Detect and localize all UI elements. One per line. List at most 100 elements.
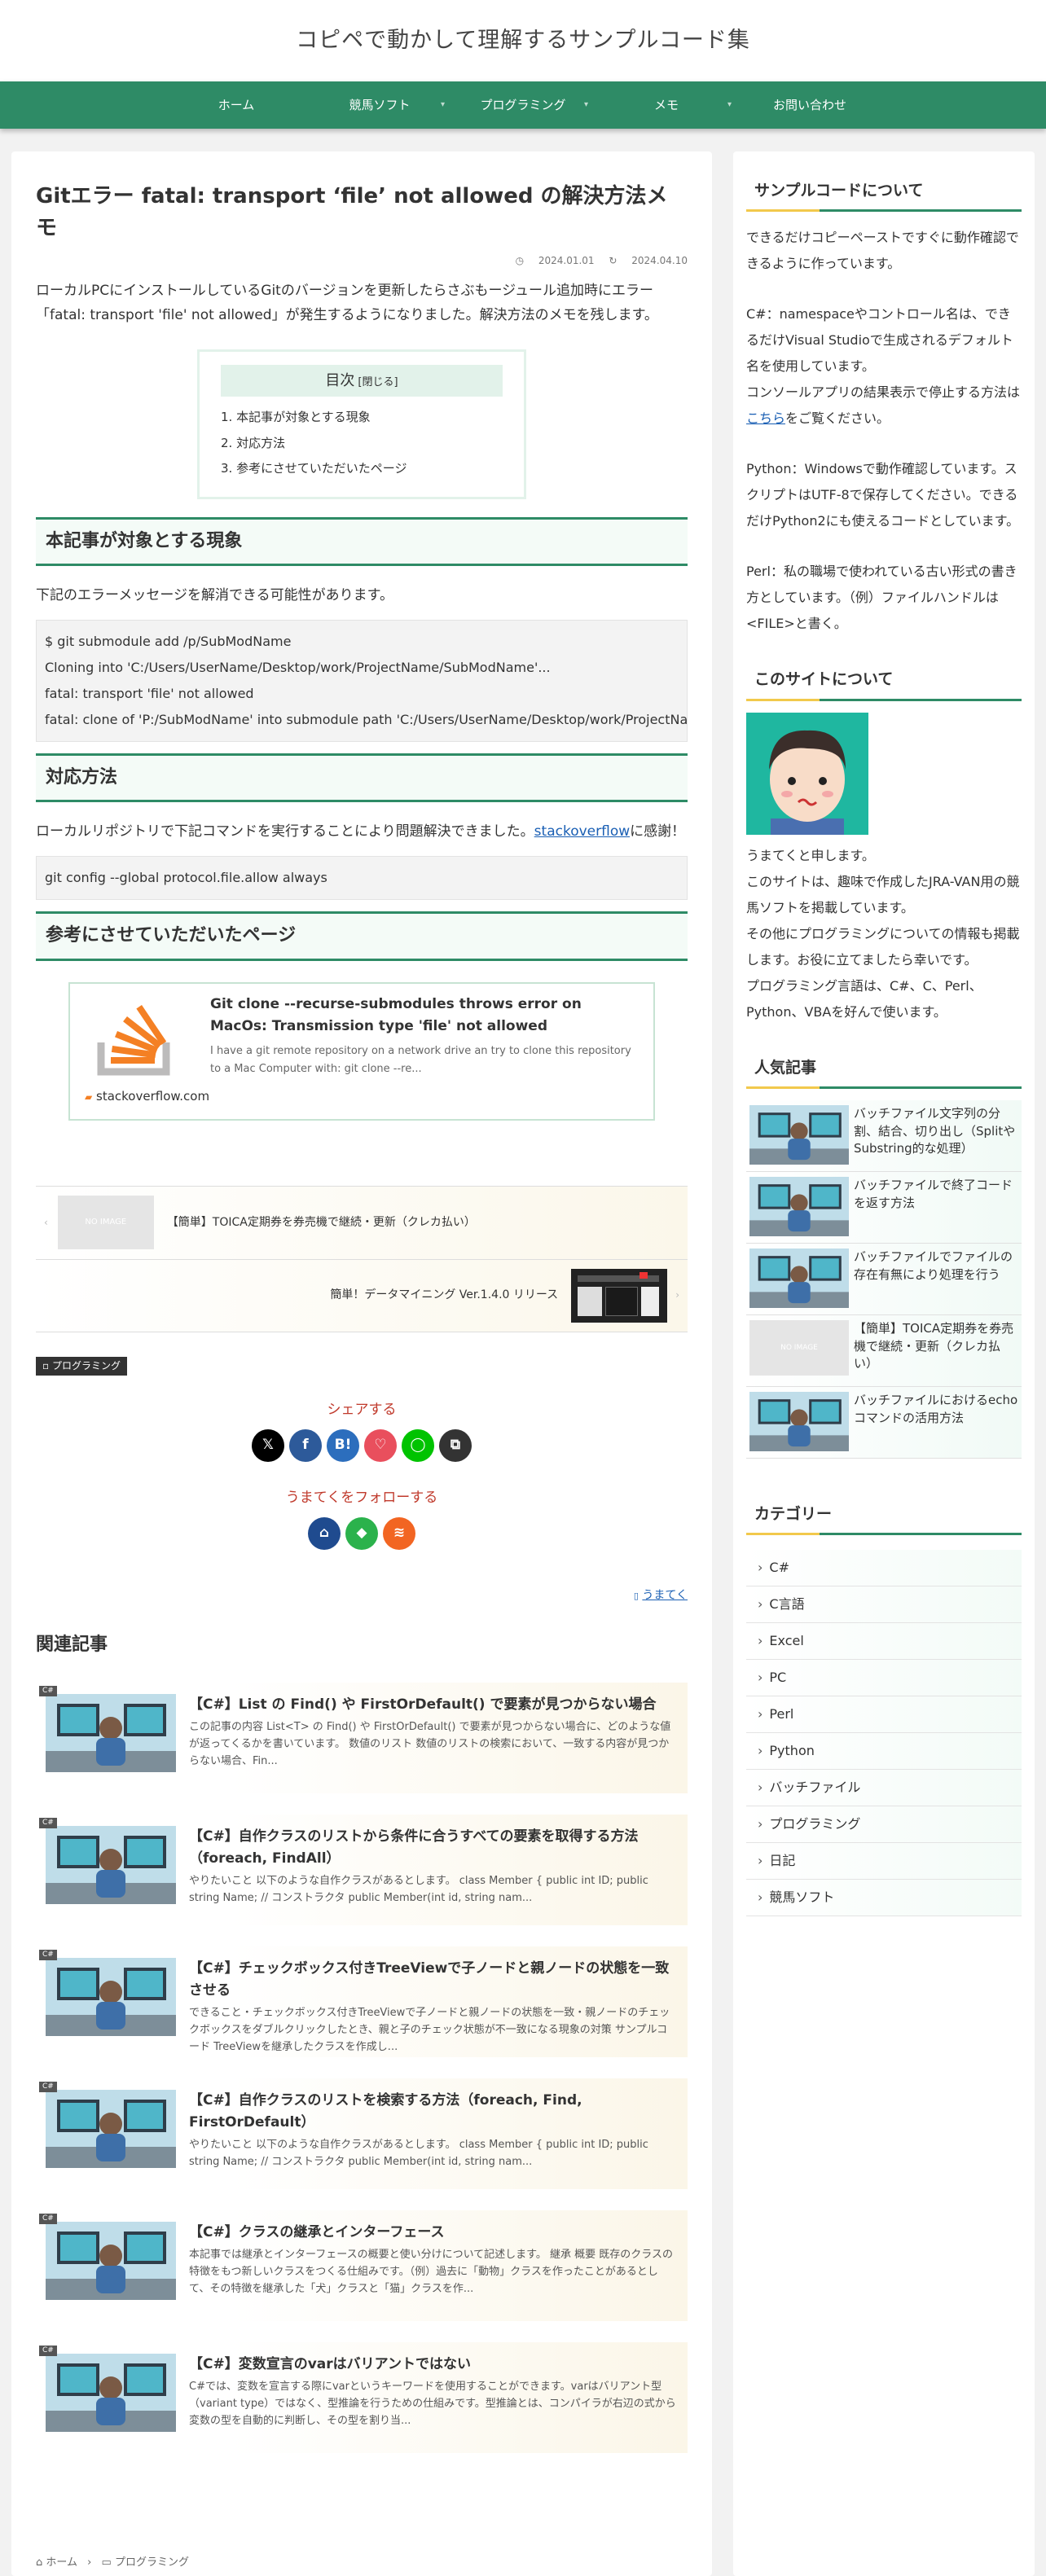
- related-article[interactable]: C# 【C#】変数宣言のvarはバリアントではない C#では、変数を宣言する際にva…: [36, 2341, 688, 2453]
- console-help-link[interactable]: こちら: [746, 410, 785, 426]
- line-button[interactable]: ◯: [402, 1429, 434, 1462]
- popular-thumb: [749, 1391, 849, 1451]
- sidebar: サンプルコードについて できるだけコピーペーストですぐに動作確認できるように作っ…: [733, 151, 1035, 2576]
- related-heading: 関連記事: [36, 1635, 108, 1656]
- home-button[interactable]: ⌂: [308, 1516, 341, 1550]
- site-header: コピペで動かして理解するサンプルコード集: [0, 0, 1046, 81]
- rss-button[interactable]: ≋: [383, 1516, 415, 1550]
- about-site-text: うまてくと申します。 このサイトは、趣味で作成したJRA-VAN用の競馬ソフトを…: [746, 847, 1020, 1020]
- category-item[interactable]: › C#: [746, 1550, 1022, 1586]
- published-date: ◷ 2024.01.01: [515, 255, 595, 266]
- category-label[interactable]: ▫ プログラミング: [36, 1356, 127, 1376]
- about-code-p2: C#：namespaceやコントロール名は、できるだけVisual Studio…: [746, 306, 1021, 427]
- next-article-link[interactable]: 簡単！データマイニング Ver.1.4.0 リリース ›: [36, 1258, 688, 1332]
- related-article[interactable]: C# 【C#】チェックボックス付きTreeViewで子ノードと親ノードの状態を一致…: [36, 1946, 688, 2057]
- related-title: 【C#】クラスの継承とインターフェース: [189, 2223, 445, 2240]
- chevron-down-icon: ▾: [440, 100, 445, 110]
- global-nav: ホーム 競馬ソフト ▾ プログラミング ▾ メモ ▾ お問い合わせ: [0, 81, 1046, 129]
- author-link[interactable]: ▯ うまてく: [36, 1586, 688, 1606]
- popular-title: バッチファイルで終了コードを返す方法: [854, 1177, 1013, 1210]
- breadcrumb-category[interactable]: プログラミング: [115, 2556, 189, 2569]
- toc-item[interactable]: 2. 対応方法: [221, 431, 503, 457]
- next-article-thumb: [571, 1268, 668, 1323]
- category-item[interactable]: › Excel: [746, 1623, 1022, 1660]
- related-thumb: [46, 2353, 176, 2432]
- chevron-right-icon: ›: [758, 1706, 763, 1722]
- toc-title: 目次 [閉じる]: [221, 364, 503, 397]
- about-code-p1: できるだけコピーペーストですぐに動作確認できるように作っています。: [746, 230, 1019, 272]
- toc-toggle[interactable]: [閉じる]: [358, 376, 398, 388]
- related-title: 【C#】自作クラスのリストを検索する方法（foreach, Find, Firs…: [189, 2091, 582, 2131]
- popular-item[interactable]: バッチファイルにおけるechoコマンドの活用方法: [746, 1386, 1022, 1459]
- feedly-button[interactable]: ◆: [345, 1516, 378, 1550]
- chevron-right-icon: ›: [758, 1633, 763, 1648]
- section-text: 下記のエラーメッセージを解消できる可能性があります。: [36, 587, 393, 603]
- related-description: C#では、変数を宣言する際にvarというキーワードを使用することができます。va…: [189, 2380, 676, 2427]
- popular-thumb: [749, 1248, 849, 1308]
- category-label: Excel: [769, 1633, 804, 1648]
- x-button[interactable]: 𝕏: [252, 1429, 284, 1462]
- category-item[interactable]: › PC: [746, 1660, 1022, 1696]
- category-label: プログラミング: [769, 1816, 861, 1832]
- category-item[interactable]: › バッチファイル: [746, 1770, 1022, 1806]
- code-block[interactable]: git config --global protocol.file.allow …: [36, 856, 688, 900]
- related-thumb: [46, 1825, 176, 1904]
- nav-item-home[interactable]: ホーム: [165, 81, 308, 129]
- chevron-right-icon: ›: [758, 1816, 763, 1832]
- next-article-title: 簡単！データマイニング Ver.1.4.0 リリース: [330, 1288, 559, 1302]
- category-badge: C#: [39, 2081, 57, 2093]
- category-item[interactable]: › 日記: [746, 1843, 1022, 1880]
- stackoverflow-link[interactable]: stackoverflow: [534, 823, 630, 840]
- stackoverflow-logo: [83, 994, 189, 1083]
- section-heading: 本記事が対象とする現象: [36, 516, 688, 566]
- blog-card[interactable]: Git clone --recurse-submodules throws er…: [68, 981, 655, 1121]
- category-item[interactable]: › Python: [746, 1733, 1022, 1770]
- nav-item-memo[interactable]: メモ ▾: [595, 81, 738, 129]
- popular-item[interactable]: バッチファイル文字列の分割、結合、切り出し（SplitやSubstring的な処…: [746, 1099, 1022, 1172]
- facebook-icon: f: [302, 1437, 309, 1454]
- facebook-button[interactable]: f: [289, 1429, 322, 1462]
- toc-item[interactable]: 1. 本記事が対象とする現象: [221, 405, 503, 431]
- category-label: 日記: [769, 1853, 796, 1868]
- chevron-right-icon: ›: [758, 1853, 763, 1868]
- toc-item[interactable]: 3. 参考にさせていただいたページ: [221, 456, 503, 482]
- blog-card-body: Git clone --recurse-submodules throws er…: [210, 994, 640, 1111]
- related-description: この記事の内容 List<T> の Find() や FirstOrDefaul…: [189, 1720, 671, 1767]
- home-icon: ⌂: [36, 2556, 43, 2569]
- category-badge: C#: [39, 1817, 57, 1829]
- nav-item-contact[interactable]: お問い合わせ: [738, 81, 881, 129]
- related-title: 【C#】変数宣言のvarはバリアントではない: [189, 2355, 471, 2372]
- nav-item-keiba-soft[interactable]: 競馬ソフト ▾: [308, 81, 451, 129]
- popular-item[interactable]: バッチファイルで終了コードを返す方法: [746, 1171, 1022, 1244]
- popular-item[interactable]: バッチファイルでファイルの存在有無により処理を行う: [746, 1243, 1022, 1315]
- copy-button[interactable]: ⧉: [439, 1429, 472, 1462]
- blog-card-title: Git clone --recurse-submodules throws er…: [210, 995, 582, 1034]
- category-item[interactable]: › C言語: [746, 1586, 1022, 1623]
- table-of-contents: 目次 [閉じる] 1. 本記事が対象とする現象 2. 対応方法 3. 参考にさせて…: [197, 349, 526, 499]
- related-body: 【C#】変数宣言のvarはバリアントではない C#では、変数を宣言する際にvarと…: [189, 2354, 678, 2442]
- category-label: Python: [769, 1743, 815, 1758]
- related-article[interactable]: C# 【C#】List の Find() や FirstOrDefault() で…: [36, 1682, 688, 1793]
- chevron-down-icon: ▾: [583, 100, 588, 110]
- category-item[interactable]: › 競馬ソフト: [746, 1880, 1022, 1916]
- pocket-button[interactable]: ♡: [364, 1429, 397, 1462]
- chevron-right-icon: ›: [758, 1560, 763, 1575]
- popular-list: バッチファイル文字列の分割、結合、切り出し（SplitやSubstring的な処…: [746, 1099, 1022, 1459]
- code-block[interactable]: $ git submodule add /p/SubModName Clonin…: [36, 619, 688, 742]
- related-article[interactable]: C# 【C#】クラスの継承とインターフェース 本記事では継承とインターフェースの概要…: [36, 2210, 688, 2321]
- category-item[interactable]: › Perl: [746, 1696, 1022, 1733]
- section-heading: 対応方法: [36, 753, 688, 803]
- popular-item[interactable]: NO IMAGE 【簡単】TOICA定期券を券売機で継続・更新（クレカ払い）: [746, 1314, 1022, 1387]
- hatena-button[interactable]: B!: [327, 1429, 359, 1462]
- site-logo[interactable]: コピペで動かして理解するサンプルコード集: [0, 21, 1046, 59]
- category-item[interactable]: › プログラミング: [746, 1806, 1022, 1843]
- breadcrumb-home[interactable]: ホーム: [46, 2556, 77, 2569]
- section-text: ローカルリポジトリで下記コマンドを実行することにより問題解決できました。stac…: [36, 823, 686, 840]
- popular-thumb: [749, 1104, 849, 1165]
- related-article[interactable]: C# 【C#】自作クラスのリストから条件に合うすべての要素を取得する方法（fore…: [36, 1814, 688, 1925]
- nav-item-programming[interactable]: プログラミング ▾: [451, 81, 595, 129]
- nav-label: ホーム: [218, 97, 255, 112]
- no-image-thumb: NO IMAGE: [57, 1196, 154, 1249]
- prev-article-link[interactable]: ‹ NO IMAGE 【簡単】TOICA定期券を券売機で継続・更新（クレカ払い）: [36, 1185, 688, 1259]
- related-article[interactable]: C# 【C#】自作クラスのリストを検索する方法（foreach, Find, Fi…: [36, 2078, 688, 2189]
